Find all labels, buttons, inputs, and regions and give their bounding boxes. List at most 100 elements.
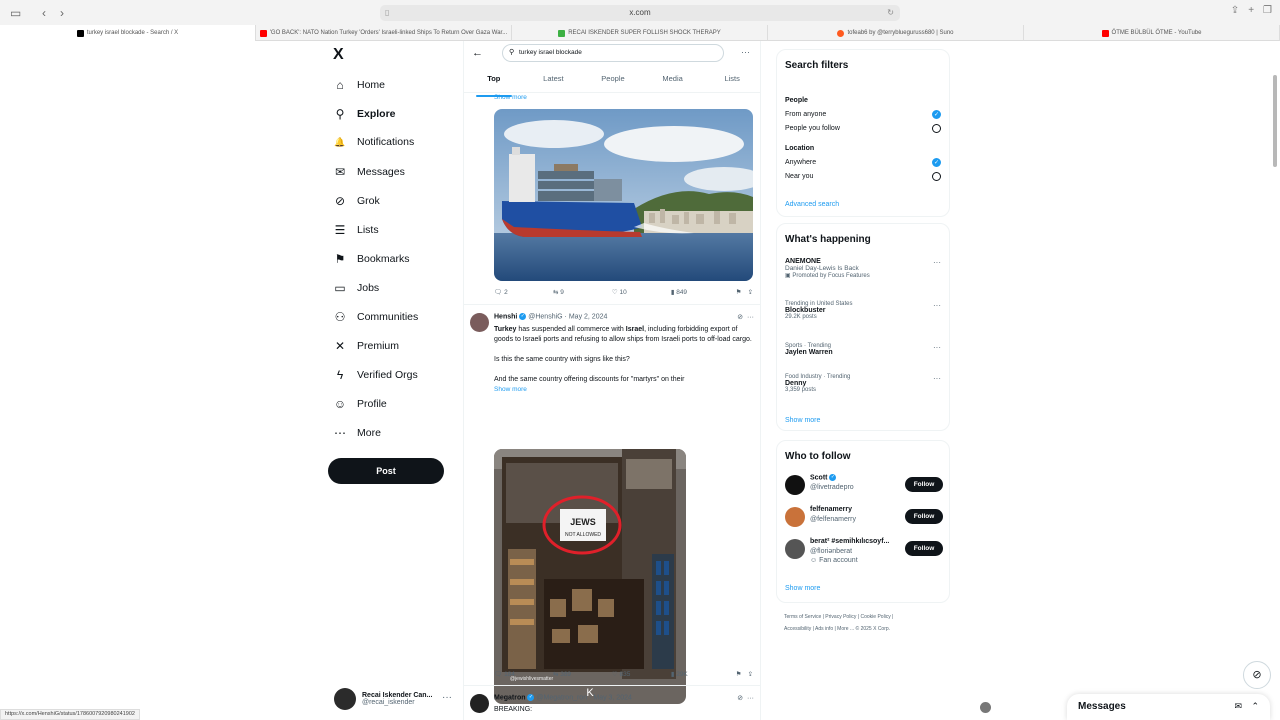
footer-line[interactable]: Terms of Service | Privacy Policy | Cook… [784, 611, 944, 623]
browser-tab[interactable]: tofeab6 by @terryblueguruss680 | Suno [768, 25, 1024, 41]
messages-drawer-title: Messages [1078, 701, 1126, 712]
avatar[interactable] [470, 313, 489, 332]
trend-item[interactable]: ANEMONE Daniel Day-Lewis Is Back ▣ Promo… [785, 258, 941, 279]
more-icon[interactable]: ··· [747, 314, 754, 321]
browser-tab[interactable]: ÖTME BÜLBÜL ÖTME - YouTube [1024, 25, 1280, 41]
tweet-handle[interactable]: @Megatron_ron [536, 694, 587, 701]
like-button[interactable]: ♡ 10 [612, 288, 671, 296]
tab-people[interactable]: People [583, 71, 643, 92]
reply-button[interactable]: 🗨 2 [494, 288, 553, 296]
nav-home[interactable]: ⌂ Home [333, 78, 385, 92]
ship-photo[interactable] [494, 109, 753, 281]
nav-jobs[interactable]: ▭ Jobs [333, 281, 379, 295]
back-arrow-icon[interactable]: ← [472, 47, 483, 59]
grok-icon[interactable]: ⊘ [1243, 661, 1271, 689]
tweet-photo[interactable]: JEWS NOT ALLOWED @jewishlivesmatter K [494, 449, 686, 704]
tweet[interactable]: Megatron ✓ @Megatron_ron · May 3, 2024 ⊘… [464, 685, 760, 720]
forward-arrow-icon[interactable]: › [60, 6, 64, 20]
tab-latest[interactable]: Latest [524, 71, 584, 92]
back-arrow-icon[interactable]: ‹ [42, 6, 46, 20]
follow-button[interactable]: Follow [905, 509, 943, 524]
nav-notifications[interactable]: 🔔 Notifications [333, 136, 414, 148]
nav-communities[interactable]: ⚇ Communities [333, 310, 419, 324]
chevron-up-icon[interactable]: ⌃ [1251, 701, 1259, 712]
tab-media[interactable]: Media [643, 71, 703, 92]
tweet-handle[interactable]: @HenshiG [528, 313, 562, 320]
tweet-date[interactable]: May 3, 2024 [593, 694, 632, 701]
share-icon[interactable]: ⇪ [748, 670, 753, 678]
more-icon[interactable]: ··· [741, 47, 750, 57]
trend-item[interactable]: Food Industry · Trending Denny 3,359 pos… [785, 374, 941, 393]
follow-button[interactable]: Follow [905, 541, 943, 556]
nav-lists[interactable]: ☰ Lists [333, 223, 379, 237]
show-more-link[interactable]: Show more [785, 585, 820, 592]
follow-suggestion[interactable]: felfenamerry @felfenamerry Follow [785, 505, 943, 531]
nav-more[interactable]: ⋯ More [333, 426, 381, 440]
grok-icon[interactable]: ⊘ [737, 695, 743, 702]
footer-line[interactable]: Accessibility | Ads info | More ... © 20… [784, 623, 944, 635]
bookmark-icon[interactable]: ⚑ [736, 288, 742, 296]
radio-anywhere[interactable]: ✓ [932, 158, 941, 167]
tweet[interactable]: Henshi ✓ @HenshiG · May 2, 2024 ⊘ ··· Tu… [464, 304, 760, 704]
more-icon[interactable]: ··· [442, 692, 452, 703]
post-button[interactable]: Post [328, 458, 444, 484]
views-button[interactable]: ▮ 29K [671, 670, 730, 678]
follow-suggestion[interactable]: berat² #semihkılıcsoyf... @floriənberat … [785, 537, 943, 571]
nav-verified-orgs[interactable]: ϟ Verified Orgs [333, 368, 418, 382]
more-icon[interactable]: ··· [933, 258, 941, 267]
trend-item[interactable]: Sports · Trending Jaylen Warren ··· [785, 343, 941, 356]
more-icon[interactable]: ··· [933, 343, 941, 352]
sidebar-toggle-icon[interactable]: ▭ [10, 6, 21, 20]
show-more-link[interactable]: Show more [494, 94, 527, 101]
repost-button[interactable]: ⇆ 9 [553, 288, 612, 296]
more-icon[interactable]: ··· [933, 301, 941, 310]
browser-tab[interactable]: RECAI ISKENDER SUPER FOLLISH SHOCK THERA… [512, 25, 768, 41]
like-button[interactable]: ♡ 835 [612, 670, 671, 678]
account-switcher[interactable]: Recai Iskender Can... @recai_iskender ··… [334, 688, 452, 710]
nav-profile[interactable]: ☺ Profile [333, 397, 387, 411]
nav-explore[interactable]: ⚲ Explore [333, 107, 396, 121]
tweet-author[interactable]: Megatron [494, 694, 526, 701]
x-logo-icon[interactable]: X [333, 46, 344, 64]
radio-near-you[interactable] [932, 172, 941, 181]
nav-grok[interactable]: ⊘ Grok [333, 194, 380, 208]
footer-links[interactable]: Terms of Service | Privacy Policy | Cook… [784, 611, 944, 635]
tab-top[interactable]: Top [464, 71, 524, 97]
views-button[interactable]: ▮ 849 [671, 288, 730, 296]
reply-button[interactable]: 🗨 184 [494, 670, 553, 678]
address-bar[interactable]: ▯ x.com ↻ [380, 5, 900, 21]
new-tab-icon[interactable]: + [1248, 5, 1254, 16]
follow-button[interactable]: Follow [905, 477, 943, 492]
browser-tab[interactable]: turkey israel blockade - Search / X [0, 25, 256, 41]
grok-icon[interactable]: ⊘ [737, 314, 743, 321]
repost-button[interactable]: ⇆ 389 [553, 670, 612, 678]
radio-people-you-follow[interactable] [932, 124, 941, 133]
tweet-author[interactable]: Henshi [494, 313, 517, 320]
radio-from-anyone[interactable]: ✓ [932, 110, 941, 119]
advanced-search-link[interactable]: Advanced search [785, 201, 839, 208]
tab-overview-icon[interactable]: ❐ [1263, 5, 1272, 16]
show-more-link[interactable]: Show more [494, 386, 527, 393]
reload-icon[interactable]: ↻ [887, 5, 894, 21]
suggestion-name: berat² #semihkılıcsoyf... [810, 538, 890, 545]
share-icon[interactable]: ⇪ [1231, 5, 1239, 16]
nav-messages[interactable]: ✉ Messages [333, 165, 405, 179]
bookmark-icon[interactable]: ⚑ [736, 670, 742, 678]
more-icon[interactable]: ··· [933, 374, 941, 383]
share-icon[interactable]: ⇪ [748, 288, 753, 296]
trend-item[interactable]: Trending in United States Blockbuster 29… [785, 301, 941, 320]
show-more-link[interactable]: Show more [785, 417, 820, 424]
nav-bookmarks[interactable]: ⚑ Bookmarks [333, 252, 410, 266]
x-icon: ✕ [334, 339, 346, 353]
tab-lists[interactable]: Lists [702, 71, 760, 92]
tweet-date[interactable]: May 2, 2024 [569, 313, 608, 320]
follow-suggestion[interactable]: Scott ✓ @livetradepro Follow [785, 473, 943, 499]
avatar[interactable] [470, 694, 489, 713]
search-input[interactable]: ⚲ turkey israel blockade [502, 44, 724, 62]
more-icon[interactable]: ··· [747, 695, 754, 702]
browser-tab[interactable]: 'GO BACK': NATO Nation Turkey 'Orders' I… [256, 25, 512, 41]
messages-drawer[interactable]: Messages ✉ ⌃ [1067, 694, 1270, 720]
nav-premium[interactable]: ✕ Premium [333, 339, 399, 353]
new-message-icon[interactable]: ✉ [1234, 701, 1242, 712]
scrollbar[interactable] [1273, 75, 1277, 167]
